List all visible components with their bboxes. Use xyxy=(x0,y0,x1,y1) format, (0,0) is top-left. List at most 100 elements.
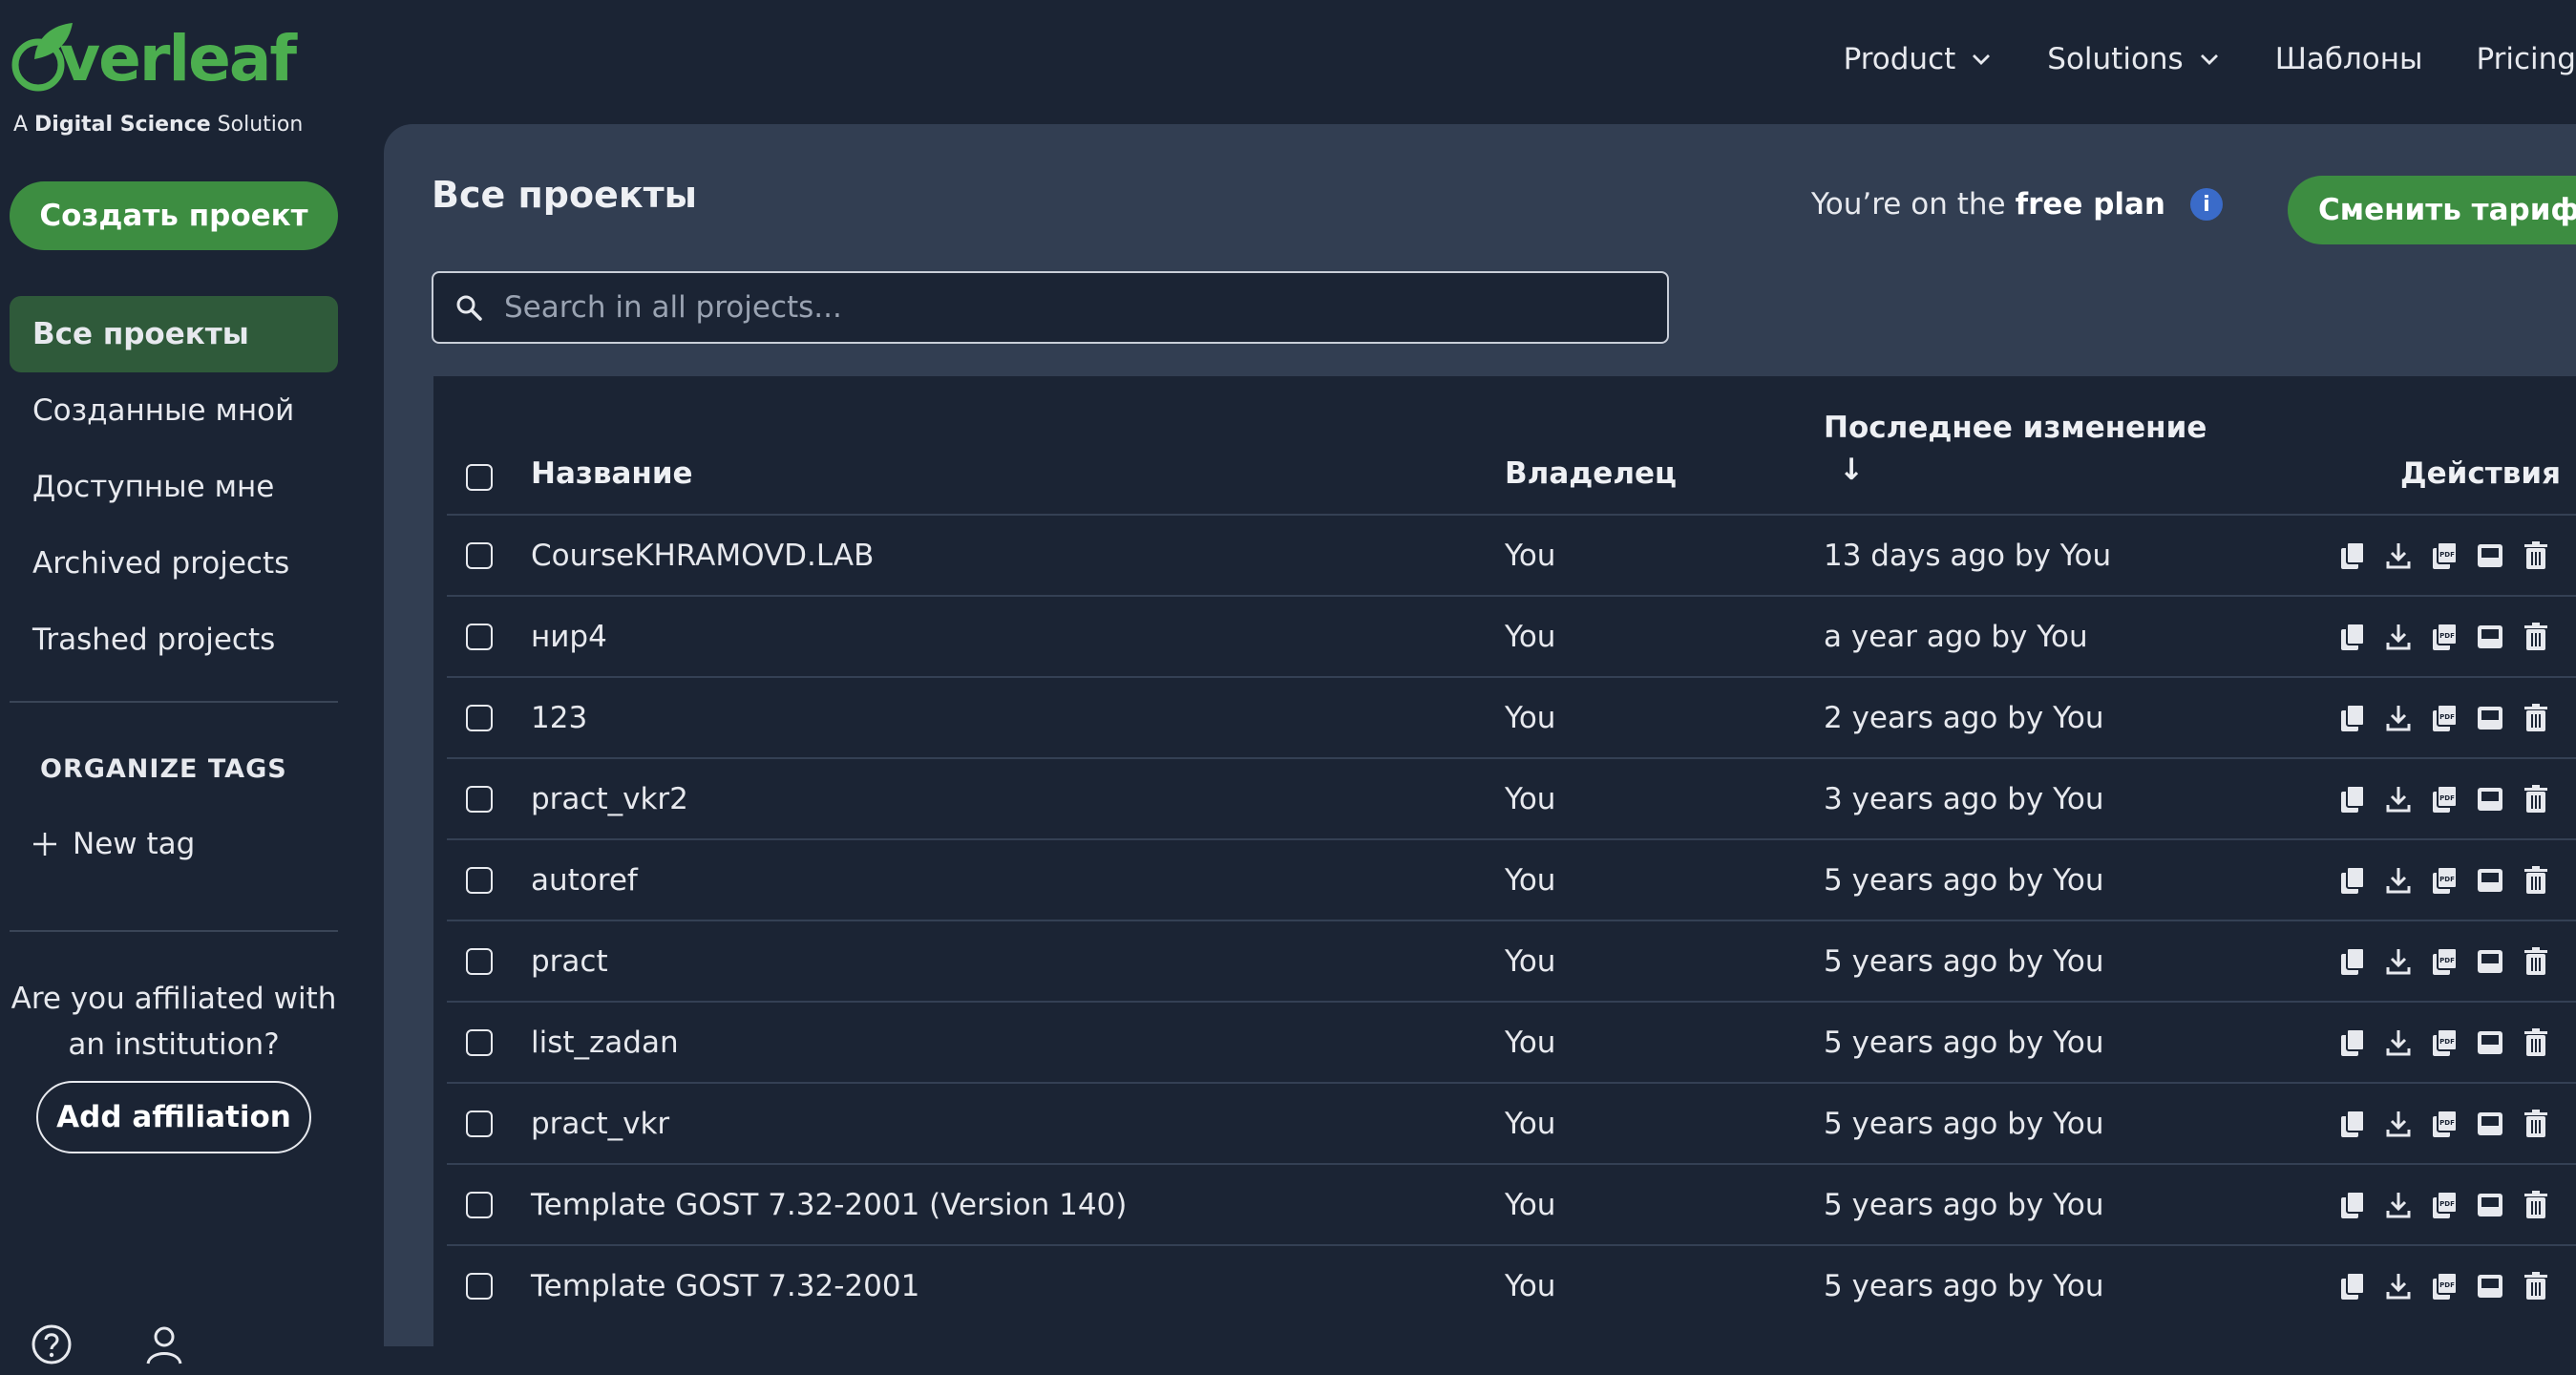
sidebar-item-0[interactable]: Все проекты xyxy=(10,296,338,372)
trash-icon[interactable] xyxy=(2521,1109,2551,1139)
archive-icon[interactable] xyxy=(2475,540,2505,571)
nav-item-шаблоны[interactable]: Шаблоны xyxy=(2275,42,2423,76)
project-name[interactable]: pract_vkr xyxy=(531,1084,669,1163)
upgrade-plan-button[interactable]: Сменить тариф xyxy=(2288,176,2576,244)
trash-icon[interactable] xyxy=(2521,1027,2551,1058)
trash-icon[interactable] xyxy=(2521,946,2551,977)
project-name[interactable]: CourseKHRAMOVD.LAB xyxy=(531,516,874,595)
trash-icon[interactable] xyxy=(2521,1190,2551,1220)
copy-icon[interactable] xyxy=(2337,1027,2368,1058)
table-row[interactable]: pract_vkr2 You 3 years ago by You PDF xyxy=(447,757,2576,838)
copy-icon[interactable] xyxy=(2337,540,2368,571)
table-row[interactable]: pract You 5 years ago by You PDF xyxy=(447,920,2576,1001)
project-name[interactable]: autoref xyxy=(531,840,638,920)
row-checkbox[interactable] xyxy=(466,866,493,894)
trash-icon[interactable] xyxy=(2521,1271,2551,1301)
copy-icon[interactable] xyxy=(2337,784,2368,814)
pdf-icon[interactable]: PDF xyxy=(2429,1027,2460,1058)
download-icon[interactable] xyxy=(2383,865,2414,896)
copy-icon[interactable] xyxy=(2337,1109,2368,1139)
pdf-icon[interactable]: PDF xyxy=(2429,1109,2460,1139)
pdf-icon[interactable]: PDF xyxy=(2429,1190,2460,1220)
project-name[interactable]: Template GOST 7.32-2001 xyxy=(531,1246,919,1325)
archive-icon[interactable] xyxy=(2475,1271,2505,1301)
table-row[interactable]: 123 You 2 years ago by You PDF xyxy=(447,676,2576,757)
archive-icon[interactable] xyxy=(2475,1109,2505,1139)
nav-item-pricing[interactable]: Pricing xyxy=(2477,42,2576,76)
archive-icon[interactable] xyxy=(2475,1190,2505,1220)
project-name[interactable]: pract xyxy=(531,921,608,1001)
sidebar-item-4[interactable]: Trashed projects xyxy=(10,602,338,678)
row-checkbox[interactable] xyxy=(466,947,493,975)
download-icon[interactable] xyxy=(2383,1190,2414,1220)
overleaf-logo[interactable]: Overleaf A Digital Science Solution xyxy=(8,21,303,137)
pdf-icon[interactable]: PDF xyxy=(2429,703,2460,733)
copy-icon[interactable] xyxy=(2337,946,2368,977)
download-icon[interactable] xyxy=(2383,703,2414,733)
search-input[interactable] xyxy=(502,289,1633,326)
help-icon[interactable] xyxy=(31,1323,73,1365)
download-icon[interactable] xyxy=(2383,1109,2414,1139)
copy-icon[interactable] xyxy=(2337,865,2368,896)
pdf-icon[interactable]: PDF xyxy=(2429,784,2460,814)
new-tag-button[interactable]: New tag xyxy=(31,827,195,861)
archive-icon[interactable] xyxy=(2475,946,2505,977)
create-project-button[interactable]: Создать проект xyxy=(10,181,338,250)
column-name[interactable]: Название xyxy=(531,456,693,491)
row-checkbox[interactable] xyxy=(466,541,493,569)
pdf-icon[interactable]: PDF xyxy=(2429,622,2460,652)
pdf-icon[interactable]: PDF xyxy=(2429,865,2460,896)
trash-icon[interactable] xyxy=(2521,784,2551,814)
trash-icon[interactable] xyxy=(2521,703,2551,733)
info-icon[interactable]: i xyxy=(2190,188,2223,221)
pdf-icon[interactable]: PDF xyxy=(2429,1271,2460,1301)
trash-icon[interactable] xyxy=(2521,540,2551,571)
sort-descending-icon[interactable]: ↓ xyxy=(1839,453,1864,487)
row-checkbox[interactable] xyxy=(466,1272,493,1300)
project-name[interactable]: pract_vkr2 xyxy=(531,759,688,838)
row-checkbox[interactable] xyxy=(466,1110,493,1137)
select-all-checkbox[interactable] xyxy=(466,464,493,491)
sidebar-item-3[interactable]: Archived projects xyxy=(10,525,338,602)
table-row[interactable]: нир4 You a year ago by You PDF xyxy=(447,595,2576,676)
pdf-icon[interactable]: PDF xyxy=(2429,540,2460,571)
nav-item-product[interactable]: Product xyxy=(1844,42,1995,76)
table-row[interactable]: Template GOST 7.32-2001 (Version 140) You… xyxy=(447,1163,2576,1244)
sidebar-item-2[interactable]: Доступные мне xyxy=(10,449,338,525)
nav-item-solutions[interactable]: Solutions xyxy=(2047,42,2221,76)
archive-icon[interactable] xyxy=(2475,784,2505,814)
table-row[interactable]: list_zadan You 5 years ago by You PDF xyxy=(447,1001,2576,1082)
download-icon[interactable] xyxy=(2383,622,2414,652)
column-last-modified[interactable]: Последнее изменение xyxy=(1824,411,2206,445)
project-name[interactable]: нир4 xyxy=(531,597,607,676)
copy-icon[interactable] xyxy=(2337,622,2368,652)
download-icon[interactable] xyxy=(2383,1271,2414,1301)
sidebar-item-1[interactable]: Созданные мной xyxy=(10,372,338,449)
archive-icon[interactable] xyxy=(2475,1027,2505,1058)
row-checkbox[interactable] xyxy=(466,785,493,813)
project-name[interactable]: 123 xyxy=(531,678,587,757)
download-icon[interactable] xyxy=(2383,540,2414,571)
download-icon[interactable] xyxy=(2383,1027,2414,1058)
table-row[interactable]: CourseKHRAMOVD.LAB You 13 days ago by You P… xyxy=(447,514,2576,595)
archive-icon[interactable] xyxy=(2475,622,2505,652)
trash-icon[interactable] xyxy=(2521,865,2551,896)
table-row[interactable]: pract_vkr You 5 years ago by You PDF xyxy=(447,1082,2576,1163)
trash-icon[interactable] xyxy=(2521,622,2551,652)
archive-icon[interactable] xyxy=(2475,865,2505,896)
user-icon[interactable] xyxy=(143,1323,185,1365)
row-checkbox[interactable] xyxy=(466,1191,493,1218)
row-checkbox[interactable] xyxy=(466,1028,493,1056)
pdf-icon[interactable]: PDF xyxy=(2429,946,2460,977)
row-checkbox[interactable] xyxy=(466,704,493,731)
copy-icon[interactable] xyxy=(2337,1271,2368,1301)
search-box[interactable] xyxy=(432,271,1669,344)
copy-icon[interactable] xyxy=(2337,1190,2368,1220)
download-icon[interactable] xyxy=(2383,946,2414,977)
archive-icon[interactable] xyxy=(2475,703,2505,733)
download-icon[interactable] xyxy=(2383,784,2414,814)
copy-icon[interactable] xyxy=(2337,703,2368,733)
project-name[interactable]: Template GOST 7.32-2001 (Version 140) xyxy=(531,1165,1127,1244)
table-row[interactable]: autoref You 5 years ago by You PDF xyxy=(447,838,2576,920)
project-name[interactable]: list_zadan xyxy=(531,1003,679,1082)
